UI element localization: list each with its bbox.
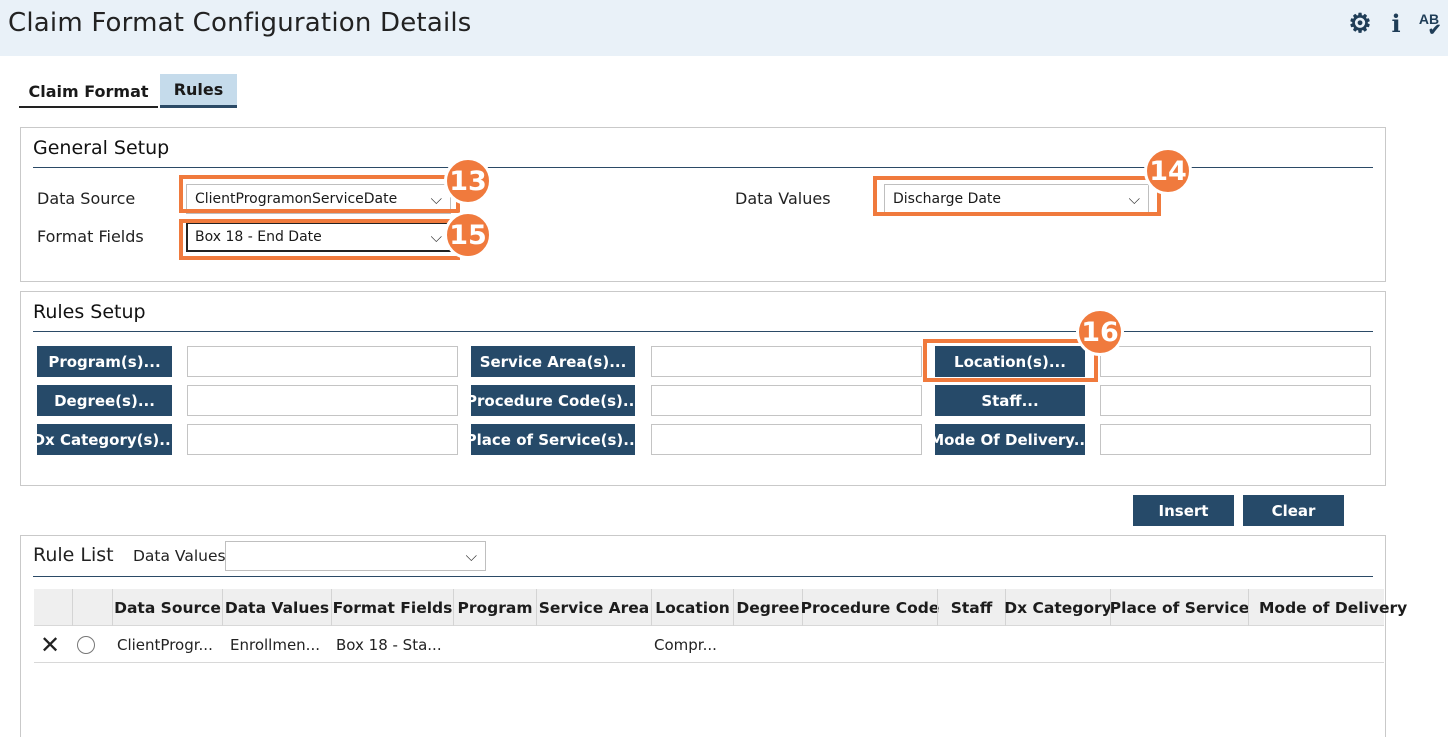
column-header-procedure-code[interactable]: Procedure Code [801,589,939,626]
cell-data-source: ClientProgr... [117,635,213,654]
data-values-label: Data Values [735,189,831,208]
page-header: Claim Format Configuration Details ⚙ i A… [0,0,1448,56]
divider [33,331,1373,332]
degrees-button[interactable]: Degree(s)... [37,385,172,416]
rule-list-filter-label: Data Values [133,547,226,565]
degrees-field[interactable] [187,385,458,416]
staff-button[interactable]: Staff... [935,385,1085,416]
rule-list-filter-select[interactable]: ⌵ [225,541,486,571]
rules-setup-title: Rules Setup [33,301,146,323]
callout-badge-14: 14 [1144,147,1192,195]
cell-location: Compr... [654,635,717,654]
column-header-format-fields[interactable]: Format Fields [331,589,453,626]
cell-data-values: Enrollmen... [230,635,320,654]
cell-format-fields: Box 18 - Sta... [336,635,442,654]
column-header-place-of-service[interactable]: Place of Service [1110,589,1249,626]
callout-badge-13: 13 [444,157,492,205]
clear-button[interactable]: Clear [1243,495,1344,526]
programs-field[interactable] [187,346,458,377]
rule-list-header: Data Source Data Values Format Fields Pr… [34,589,1407,626]
gear-icon[interactable]: ⚙ [1347,8,1373,38]
place-of-service-button[interactable]: Place of Service(s)... [471,424,635,455]
format-fields-label: Format Fields [37,227,144,246]
locations-field[interactable] [1100,346,1371,377]
page-title: Claim Format Configuration Details [8,8,472,38]
procedure-codes-field[interactable] [651,385,922,416]
column-header-staff[interactable]: Staff [937,589,1005,626]
info-icon[interactable]: i [1383,9,1409,38]
column-header-data-source[interactable]: Data Source [112,589,222,626]
service-areas-button[interactable]: Service Area(s)... [471,346,635,377]
callout-badge-16: 16 [1076,308,1124,356]
callout-highlight-13 [179,175,460,213]
column-header-location[interactable]: Location [651,589,733,626]
procedure-codes-button[interactable]: Procedure Code(s)... [471,385,635,416]
staff-field[interactable] [1100,385,1371,416]
table-row[interactable]: ✕ ClientProgr... Enrollmen... Box 18 - S… [34,626,1384,663]
rule-list-title: Rule List [33,544,114,566]
insert-button[interactable]: Insert [1133,495,1234,526]
delete-icon[interactable]: ✕ [40,626,66,663]
column-header-program[interactable]: Program [453,589,536,626]
general-setup-title: General Setup [33,137,170,159]
dx-categories-field[interactable] [187,424,458,455]
divider [33,576,1373,577]
callout-highlight-14 [873,176,1161,216]
mode-of-delivery-button[interactable]: Mode Of Delivery... [935,424,1085,455]
mode-of-delivery-field[interactable] [1100,424,1371,455]
data-source-label: Data Source [37,189,136,208]
row-radio[interactable] [77,626,97,663]
callout-highlight-15 [179,219,460,260]
tab-claim-format[interactable]: Claim Format [19,76,158,108]
dx-categories-button[interactable]: Dx Category(s)... [37,424,172,455]
column-header-service-area[interactable]: Service Area [536,589,651,626]
chevron-down-icon: ⌵ [465,547,477,565]
column-header-data-values[interactable]: Data Values [222,589,331,626]
select-column-header [72,589,112,626]
programs-button[interactable]: Program(s)... [37,346,172,377]
callout-highlight-16 [923,339,1098,382]
tab-rules[interactable]: Rules [160,74,237,108]
callout-badge-15: 15 [444,211,492,259]
column-header-mode-of-delivery[interactable]: Mode of Delivery [1248,589,1407,626]
service-areas-field[interactable] [651,346,922,377]
column-header-dx-category[interactable]: Dx Category [1004,589,1112,626]
column-header-degree[interactable]: Degree [733,589,802,626]
spellcheck-icon[interactable]: AB ✔ [1416,6,1442,39]
place-of-service-field[interactable] [651,424,922,455]
